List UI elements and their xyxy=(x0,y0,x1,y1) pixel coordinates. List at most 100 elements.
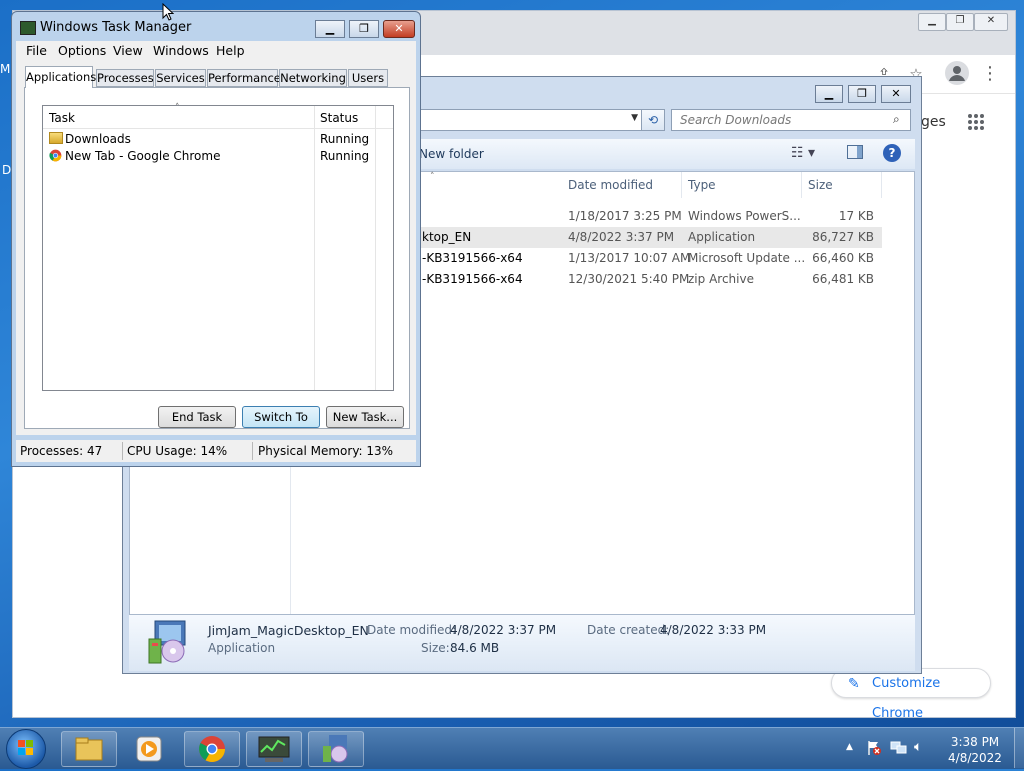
chrome-restore-button[interactable]: ❐ xyxy=(946,13,974,31)
file-date: 1/18/2017 3:25 PM xyxy=(568,209,682,223)
switch-to-button[interactable]: Switch To xyxy=(242,406,320,428)
details-pane: JimJam_MagicDesktop_EN Application Date … xyxy=(129,615,915,671)
task-name: Downloads xyxy=(65,132,131,146)
task-manager-window: Windows Task Manager ▁ ❐ ✕ File Options … xyxy=(11,11,421,467)
menu-file[interactable]: File xyxy=(26,43,47,58)
column-size[interactable]: Size xyxy=(802,172,882,198)
task-list-header: Task ˄ Status xyxy=(43,103,393,390)
status-cpu: CPU Usage: 14% xyxy=(127,444,228,458)
details-created-label: Date created: xyxy=(587,623,670,637)
tab-performance[interactable]: Performance xyxy=(207,69,281,87)
task-row[interactable]: Downloads Running xyxy=(43,131,393,148)
chrome-close-button[interactable]: ✕ xyxy=(974,13,1008,31)
tab-users[interactable]: Users xyxy=(348,69,388,87)
address-dropdown-icon[interactable]: ▼ xyxy=(631,113,638,123)
file-size: 66,481 KB xyxy=(812,272,874,286)
menu-view[interactable]: View xyxy=(113,43,143,58)
explorer-restore-button[interactable]: ❐ xyxy=(848,85,876,103)
task-name: New Tab - Google Chrome xyxy=(65,149,221,163)
file-type: Microsoft Update ... xyxy=(688,251,806,265)
file-date: 1/13/2017 10:07 AM xyxy=(568,251,691,265)
details-size-value: 84.6 MB xyxy=(450,641,500,655)
chrome-minimize-button[interactable]: ▁ xyxy=(918,13,946,31)
taskbar-clock[interactable]: 3:38 PM 4/8/2022 xyxy=(940,734,1010,766)
task-status: Running xyxy=(320,132,370,146)
file-name: ktop_EN xyxy=(422,230,472,244)
file-type: Application xyxy=(688,230,756,244)
menu-windows[interactable]: Windows xyxy=(153,43,209,58)
end-task-button[interactable]: End Task xyxy=(158,406,236,428)
show-hidden-icons-icon[interactable]: ▲ xyxy=(846,742,853,752)
network-icon[interactable] xyxy=(890,740,908,759)
taskbar: ▲ 🔈︎ 3:38 PM 4/8/2022 xyxy=(0,727,1024,769)
profile-icon[interactable] xyxy=(945,61,969,85)
chrome-icon xyxy=(49,149,62,165)
search-input[interactable]: Search Downloads xyxy=(671,109,911,131)
desktop-icon-label-d: D xyxy=(2,163,12,177)
refresh-icon[interactable]: ⟲ xyxy=(641,109,665,131)
column-date-modified[interactable]: Date modified xyxy=(562,172,682,198)
show-desktop-button[interactable] xyxy=(1014,728,1024,768)
start-button[interactable] xyxy=(6,729,46,769)
chrome-partial-link-text[interactable]: ges xyxy=(921,114,946,130)
sort-arrow-icon: ˄ xyxy=(430,172,435,182)
file-size: 86,727 KB xyxy=(812,230,874,244)
task-manager-body: Task ˄ Status Downloads Running New Tab … xyxy=(16,61,416,435)
taskbar-task-manager-button[interactable] xyxy=(246,731,302,767)
clock-time: 3:38 PM xyxy=(950,735,1000,749)
details-modified-value: 4/8/2022 3:37 PM xyxy=(450,623,557,637)
customize-chrome-label: Customize Chrome xyxy=(872,676,941,721)
tab-processes[interactable]: Processes xyxy=(96,69,154,87)
new-folder-button[interactable]: New folder xyxy=(419,147,484,161)
taskbar-installer-button[interactable] xyxy=(308,731,364,767)
column-status[interactable]: Status xyxy=(320,111,358,125)
tm-minimize-button[interactable]: ▁ xyxy=(315,20,345,38)
sort-arrow-icon: ˄ xyxy=(175,103,180,113)
file-type: Windows PowerS... xyxy=(688,209,801,223)
column-task[interactable]: Task xyxy=(49,111,75,125)
desktop-icon-label-m: M xyxy=(0,62,11,76)
file-date: 12/30/2021 5:40 PM xyxy=(568,272,690,286)
details-size-label: Size: xyxy=(421,641,450,655)
task-manager-app-icon xyxy=(20,21,36,35)
file-size: 17 KB xyxy=(838,209,874,223)
file-name: -KB3191566-x64 xyxy=(422,272,523,286)
task-list: Task ˄ Status Downloads Running New Tab … xyxy=(42,103,394,391)
help-icon[interactable]: ? xyxy=(883,144,901,162)
status-processes: Processes: 47 xyxy=(20,444,103,458)
status-memory: Physical Memory: 13% xyxy=(258,444,394,458)
details-modified-label: Date modified: xyxy=(367,623,457,637)
apps-grid-icon[interactable] xyxy=(967,113,985,134)
explorer-minimize-button[interactable]: ▁ xyxy=(815,85,843,103)
details-created-value: 4/8/2022 3:33 PM xyxy=(660,623,767,637)
task-manager-menubar: File Options View Windows Help xyxy=(16,41,416,61)
menu-icon[interactable]: ⋮ xyxy=(979,63,1001,85)
folder-icon xyxy=(49,132,63,144)
taskbar-media-player-icon[interactable] xyxy=(136,736,162,765)
application-icon xyxy=(147,619,191,665)
file-size: 66,460 KB xyxy=(812,251,874,265)
file-type: zip Archive xyxy=(688,272,754,286)
task-row[interactable]: New Tab - Google Chrome Running xyxy=(43,148,393,165)
menu-options[interactable]: Options xyxy=(58,43,106,58)
menu-help[interactable]: Help xyxy=(216,43,245,58)
volume-icon[interactable]: 🔈︎ xyxy=(914,739,922,755)
tab-applications[interactable]: Applications xyxy=(25,66,96,88)
preview-pane-icon[interactable] xyxy=(847,145,863,159)
mouse-cursor-icon xyxy=(162,2,175,24)
explorer-close-button[interactable]: ✕ xyxy=(881,85,911,103)
tab-services[interactable]: Services xyxy=(155,69,206,87)
taskbar-explorer-button[interactable] xyxy=(61,731,117,767)
new-task-button[interactable]: New Task... xyxy=(326,406,404,428)
taskbar-chrome-button[interactable] xyxy=(184,731,240,767)
file-row-selected[interactable]: ktop_EN 4/8/2022 3:37 PM Application 86,… xyxy=(410,227,882,248)
details-file-name: JimJam_MagicDesktop_EN xyxy=(208,623,369,638)
file-date: 4/8/2022 3:37 PM xyxy=(568,230,675,244)
view-options-icon[interactable]: ☷ ▾ xyxy=(791,145,815,161)
column-type[interactable]: Type xyxy=(682,172,802,198)
tab-networking[interactable]: Networking xyxy=(279,69,347,87)
tm-restore-button[interactable]: ❐ xyxy=(349,20,379,38)
tm-close-button[interactable]: ✕ xyxy=(383,20,415,38)
action-center-flag-icon[interactable] xyxy=(866,740,882,759)
search-icon[interactable]: ⌕ xyxy=(893,112,900,127)
